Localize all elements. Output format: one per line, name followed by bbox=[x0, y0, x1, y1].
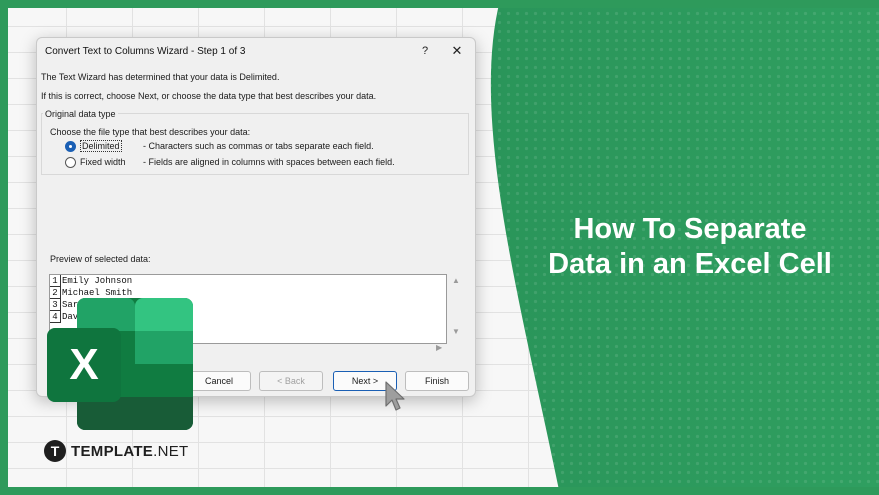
scroll-up-icon[interactable]: ▲ bbox=[452, 276, 460, 285]
radio-fixed-width-label: Fixed width bbox=[80, 157, 126, 167]
cancel-button[interactable]: Cancel bbox=[187, 371, 251, 391]
radio-fixed-width[interactable]: Fixed width bbox=[65, 156, 126, 168]
headline-line-2: Data in an Excel Cell bbox=[548, 248, 832, 280]
headline-line-1: How To Separate bbox=[573, 213, 807, 245]
top-border bbox=[0, 0, 879, 8]
dialog-titlebar: Convert Text to Columns Wizard - Step 1 … bbox=[37, 38, 475, 64]
back-button[interactable]: < Back bbox=[259, 371, 323, 391]
wizard-info-line-2: If this is correct, choose Next, or choo… bbox=[41, 91, 377, 101]
group-label: Original data type bbox=[43, 109, 118, 119]
delimited-description: - Characters such as commas or tabs sepa… bbox=[143, 141, 374, 151]
brand-mark-icon: T bbox=[44, 440, 66, 462]
brand-name: TEMPLATE.NET bbox=[71, 443, 189, 460]
preview-row-text: Emily Johnson bbox=[62, 276, 133, 286]
preview-row: 1 Emily Johnson bbox=[50, 275, 446, 287]
bottom-border bbox=[0, 487, 879, 495]
fixed-width-description: - Fields are aligned in columns with spa… bbox=[143, 157, 395, 167]
radio-delimited-label: Delimited bbox=[80, 140, 122, 152]
preview-label: Preview of selected data: bbox=[50, 254, 151, 264]
radio-unchecked-icon[interactable] bbox=[65, 156, 76, 168]
excel-logo-letter: X bbox=[69, 340, 99, 389]
brand-name-light: .NET bbox=[153, 442, 189, 460]
close-button[interactable]: ✕ bbox=[445, 41, 469, 61]
headline: How To Separate Data in an Excel Cell bbox=[530, 212, 850, 282]
choose-label: Choose the file type that best describes… bbox=[50, 127, 251, 137]
left-border bbox=[0, 0, 8, 495]
dialog-title: Convert Text to Columns Wizard - Step 1 … bbox=[45, 46, 246, 57]
help-button[interactable]: ? bbox=[413, 41, 437, 61]
scroll-right-icon[interactable]: ▶ bbox=[436, 343, 442, 352]
finish-button[interactable]: Finish bbox=[405, 371, 469, 391]
preview-row-number: 1 bbox=[50, 275, 61, 287]
scroll-down-icon[interactable]: ▼ bbox=[452, 327, 460, 336]
radio-checked-icon[interactable] bbox=[65, 140, 76, 152]
mouse-pointer-icon bbox=[385, 381, 405, 411]
template-net-logo: T TEMPLATE.NET bbox=[44, 440, 189, 462]
radio-delimited[interactable]: Delimited bbox=[65, 140, 122, 152]
brand-name-bold: TEMPLATE bbox=[71, 442, 154, 460]
wizard-info-line-1: The Text Wizard has determined that your… bbox=[41, 72, 280, 82]
